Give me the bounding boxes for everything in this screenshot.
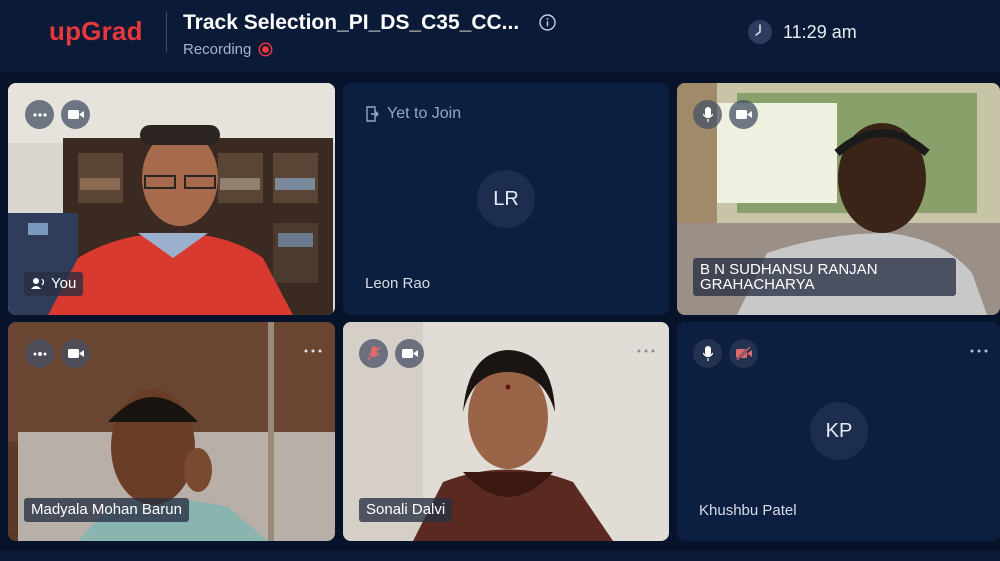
more-options-button[interactable] [25, 100, 54, 129]
more-horizontal-icon[interactable] [636, 348, 656, 354]
more-horizontal-icon[interactable] [303, 348, 323, 354]
camera-toggle-button[interactable] [729, 339, 758, 368]
microphone-button[interactable] [693, 100, 722, 129]
speaking-icon [31, 278, 45, 289]
current-time: 11:29 am [783, 22, 857, 42]
participant-name-tag: You [24, 272, 84, 296]
header-bar: upGrad Track Selection_PI_DS_C35_CC... R… [0, 0, 1000, 72]
participant-avatar: KP [810, 402, 868, 460]
meeting-title: Track Selection_PI_DS_C35_CC... [183, 11, 520, 34]
participant-tile-leon-rao[interactable]: Yet to Join LR Leon Rao [343, 83, 669, 315]
recording-label: Recording [183, 41, 252, 58]
more-horizontal-icon[interactable] [969, 348, 989, 354]
more-horizontal-icon [32, 112, 47, 117]
audio-level-icon [33, 351, 46, 356]
microphone-icon [702, 107, 713, 122]
camera-toggle-button[interactable] [61, 339, 90, 368]
camera-off-icon [735, 347, 752, 360]
join-status-label: Yet to Join [387, 105, 462, 122]
participant-name-tag: Madyala Mohan Barun [24, 498, 189, 522]
participant-tile-madyala[interactable]: Madyala Mohan Barun [8, 322, 335, 541]
camera-toggle-button[interactable] [395, 339, 424, 368]
participant-avatar: LR [477, 170, 535, 228]
participant-tile-you[interactable]: You [8, 83, 335, 315]
participant-name-line-2: GRAHACHARYA [700, 276, 815, 293]
camera-toggle-button[interactable] [729, 100, 758, 129]
camera-icon [67, 110, 84, 119]
enter-door-icon [366, 106, 379, 122]
microphone-button[interactable] [693, 339, 722, 368]
participant-tile-sonali[interactable]: Sonali Dalvi [343, 322, 669, 541]
microphone-button[interactable] [359, 339, 388, 368]
microphone-muted-icon [366, 346, 381, 361]
camera-icon [67, 349, 84, 358]
camera-icon [401, 349, 418, 358]
participant-name: Leon Rao [365, 275, 431, 292]
clock-icon [748, 20, 772, 44]
header-divider [166, 12, 167, 52]
participant-tile-bn-sudhansu[interactable]: B N SUDHANSU RANJAN GRAHACHARYA [677, 83, 1000, 315]
camera-icon [735, 110, 752, 119]
microphone-icon [702, 346, 713, 361]
participant-name: Khushbu Patel [699, 502, 797, 519]
participant-tile-khushbu[interactable]: KP Khushbu Patel [677, 322, 1000, 541]
camera-toggle-button[interactable] [61, 100, 90, 129]
participant-name: You [51, 275, 77, 292]
bottom-bar [0, 551, 1000, 561]
brand-logo: upGrad [49, 16, 143, 46]
participant-name-tag: Sonali Dalvi [359, 498, 453, 522]
speaking-indicator-button[interactable] [25, 339, 54, 368]
recording-indicator-icon [258, 42, 273, 57]
participant-name-tag: B N SUDHANSU RANJAN GRAHACHARYA [693, 258, 956, 296]
join-status: Yet to Join [365, 105, 461, 123]
participant-name-line-1: B N SUDHANSU RANJAN [700, 261, 878, 278]
info-icon[interactable] [539, 14, 556, 31]
meeting-app: upGrad Track Selection_PI_DS_C35_CC... R… [0, 0, 1000, 561]
